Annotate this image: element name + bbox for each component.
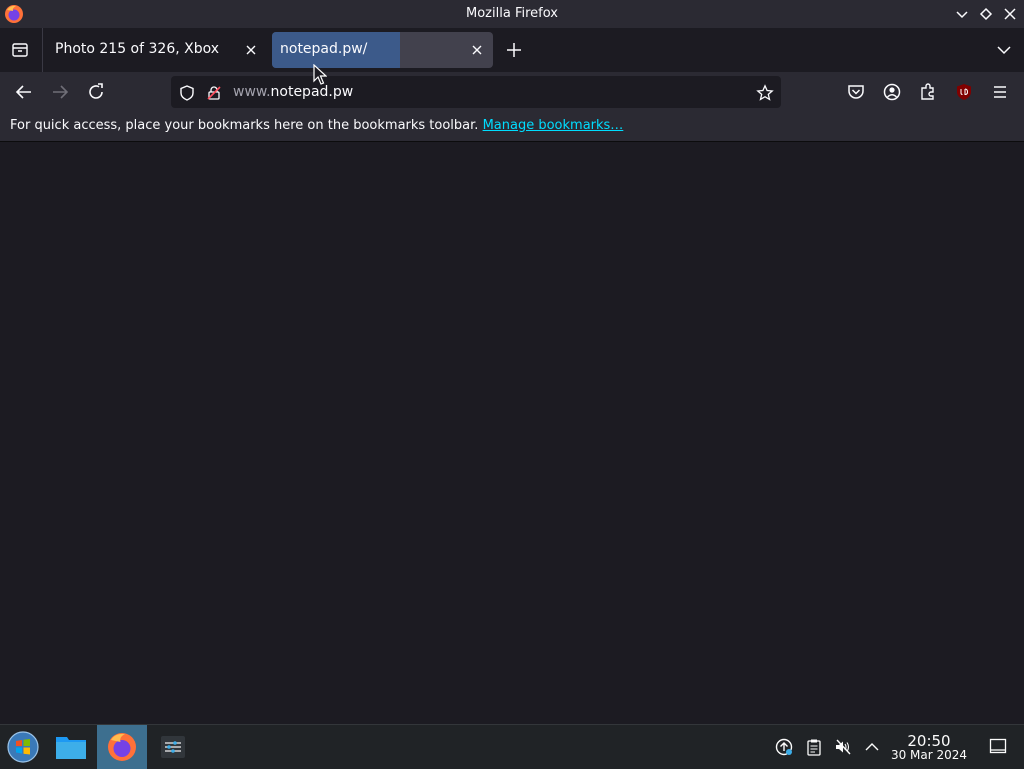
url-domain: notepad.pw	[270, 84, 354, 100]
window-titlebar: Mozilla Firefox	[0, 0, 1024, 28]
system-settings-icon	[161, 736, 185, 758]
tab-separator	[42, 28, 43, 72]
menu-hamburger-icon[interactable]	[988, 80, 1012, 104]
mouse-cursor-icon	[313, 64, 327, 85]
taskbar-firefox[interactable]	[97, 725, 147, 769]
taskbar-file-manager[interactable]	[48, 725, 96, 769]
update-notifier-icon[interactable]	[775, 738, 793, 756]
tracking-protection-shield-icon[interactable]	[178, 84, 196, 102]
taskbar: 20:50 30 Mar 2024	[0, 724, 1024, 769]
pocket-icon[interactable]	[844, 80, 868, 104]
navigation-toolbar: www.notepad.pw	[0, 72, 1024, 112]
bookmark-star-icon[interactable]	[756, 84, 774, 102]
extensions-puzzle-icon[interactable]	[916, 80, 940, 104]
url-bar[interactable]: www.notepad.pw	[171, 76, 781, 108]
tab-label: Photo 215 of 326, Xbox	[55, 41, 220, 57]
firefox-icon	[108, 733, 136, 761]
folder-icon	[56, 737, 86, 759]
start-menu-icon	[7, 731, 39, 763]
firefox-view-icon[interactable]	[6, 38, 34, 62]
tab-photo[interactable]: Photo 215 of 326, Xbox	[47, 32, 267, 68]
maximize-icon[interactable]	[978, 6, 994, 22]
bookmarks-toolbar-message: For quick access, place your bookmarks h…	[10, 118, 623, 133]
url-prefix: www.	[233, 84, 271, 100]
url-text[interactable]: www.notepad.pw	[233, 84, 353, 100]
tab-label: notepad.pw/	[280, 41, 368, 57]
window-title: Mozilla Firefox	[466, 6, 558, 21]
application-launcher[interactable]	[0, 725, 48, 769]
volume-muted-icon[interactable]	[834, 738, 852, 756]
account-icon[interactable]	[880, 80, 904, 104]
bookmarks-toolbar: For quick access, place your bookmarks h…	[0, 112, 1024, 142]
list-all-tabs-icon[interactable]	[994, 40, 1014, 60]
reload-icon[interactable]	[84, 80, 108, 104]
close-tab-icon[interactable]	[469, 42, 485, 58]
insecure-lock-icon[interactable]	[205, 84, 223, 102]
show-hidden-icons-chevron-icon[interactable]	[863, 738, 881, 756]
clipboard-icon[interactable]	[805, 738, 823, 756]
forward-icon[interactable]	[48, 80, 72, 104]
clock-date[interactable]: 30 Mar 2024	[886, 748, 972, 762]
back-icon[interactable]	[12, 80, 36, 104]
taskbar-settings[interactable]	[150, 725, 198, 769]
new-tab-icon[interactable]	[504, 40, 524, 60]
minimize-icon[interactable]	[954, 6, 970, 22]
show-desktop-icon[interactable]	[989, 737, 1007, 755]
ublock-origin-icon[interactable]	[952, 80, 976, 104]
tab-notepad[interactable]: notepad.pw/	[272, 32, 493, 68]
bookmarks-hint-text: For quick access, place your bookmarks h…	[10, 118, 479, 133]
close-tab-icon[interactable]	[243, 42, 259, 58]
page-content[interactable]	[0, 142, 1024, 724]
manage-bookmarks-link[interactable]: Manage bookmarks…	[483, 118, 624, 133]
tab-strip: Photo 215 of 326, Xbox notepad.pw/	[0, 28, 1024, 72]
close-window-icon[interactable]	[1002, 6, 1018, 22]
